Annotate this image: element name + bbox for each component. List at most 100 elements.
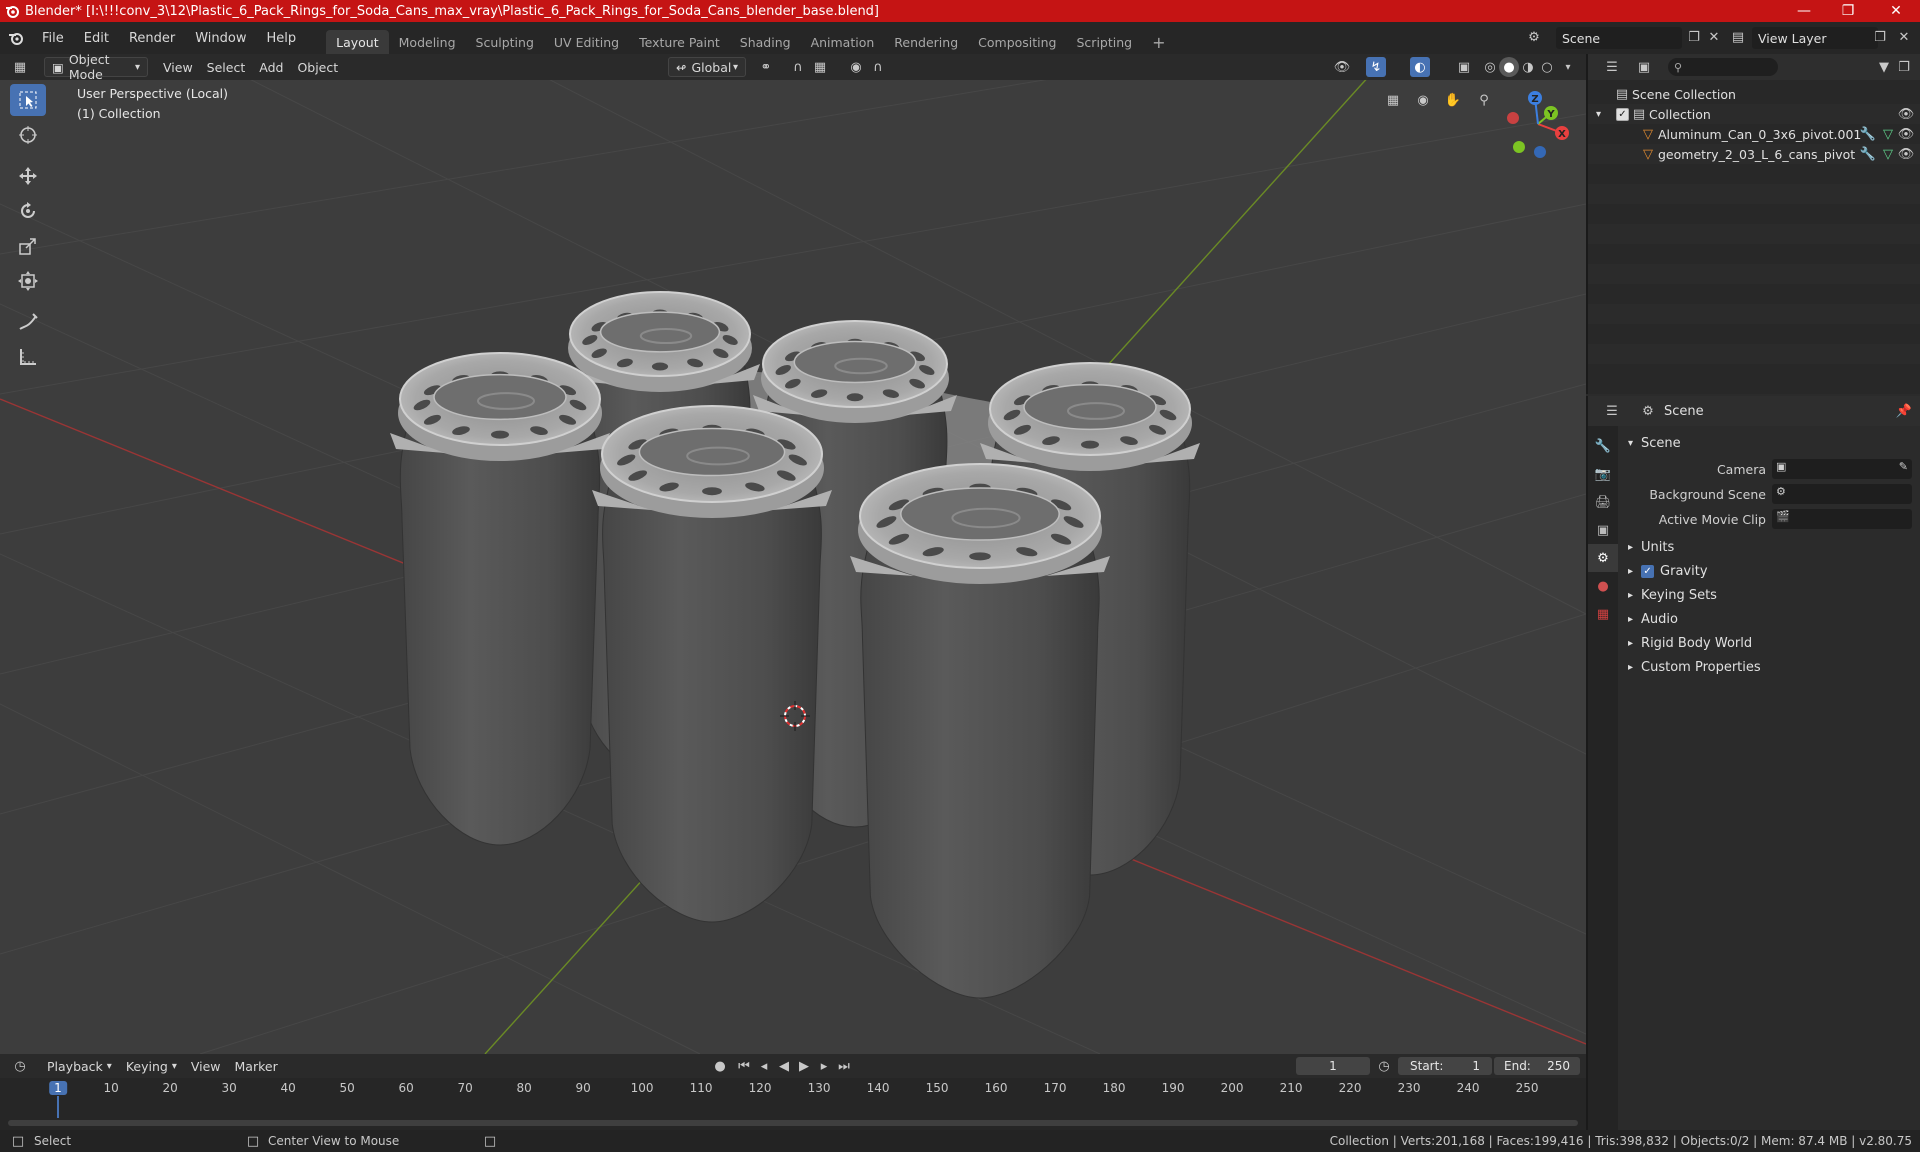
remove-scene-icon[interactable]: ✕ xyxy=(1704,27,1724,47)
units-panel-header[interactable]: ▸ Units xyxy=(1628,540,1674,555)
end-frame-field[interactable]: End: 250 xyxy=(1494,1057,1580,1075)
shading-wireframe-icon[interactable]: ◎ xyxy=(1480,57,1500,77)
background-scene-field[interactable]: ⚙ xyxy=(1772,484,1912,504)
tab-layout[interactable]: Layout xyxy=(326,30,389,54)
add-workspace-icon[interactable]: + xyxy=(1142,30,1175,54)
eye-icon[interactable]: 👁 xyxy=(1896,124,1916,144)
shading-rendered-icon[interactable]: ○ xyxy=(1537,57,1557,77)
eyedropper-icon[interactable]: ✎ xyxy=(1899,460,1908,473)
tab-sculpting[interactable]: Sculpting xyxy=(466,30,544,54)
pivot-point-icon[interactable]: ⚭ xyxy=(756,57,776,77)
mesh-data-icon[interactable]: ▽ xyxy=(1878,124,1898,144)
jump-to-keyframe-next-icon[interactable]: ▸ xyxy=(814,1056,834,1076)
rotate-tool-icon[interactable] xyxy=(10,195,46,227)
show-gizmo-icon[interactable]: ↯ xyxy=(1366,57,1386,77)
viewport-scene[interactable] xyxy=(0,54,1586,1054)
modifier-wrench-icon[interactable]: 🔧 xyxy=(1858,144,1878,164)
new-scene-icon[interactable]: ❐ xyxy=(1684,27,1704,47)
new-collection-icon[interactable]: ❐ xyxy=(1894,57,1914,77)
scale-tool-icon[interactable] xyxy=(10,230,46,262)
viewport-menu-view[interactable]: View xyxy=(156,57,200,77)
current-frame-field[interactable]: 1 xyxy=(1296,1057,1370,1075)
falloff-icon[interactable]: ∩ xyxy=(868,57,888,77)
scene-panel-header[interactable]: ▾ Scene xyxy=(1628,436,1681,451)
timeline-menu-view[interactable]: View xyxy=(184,1056,228,1076)
view-layer-name-field[interactable]: View Layer xyxy=(1752,27,1878,49)
timeline-editor[interactable]: ◷ Playback ▾ Keying ▾ View Marker ● ⏮ ◂ ◀ … xyxy=(0,1054,1586,1130)
new-view-layer-icon[interactable]: ❐ xyxy=(1870,27,1890,47)
camera-view-icon[interactable]: ◉ xyxy=(1413,90,1433,110)
select-box-tool-icon[interactable] xyxy=(10,84,46,116)
filter-icon[interactable]: ▼ xyxy=(1874,57,1894,77)
tab-shading[interactable]: Shading xyxy=(730,30,801,54)
scene-name-field[interactable]: Scene xyxy=(1556,27,1682,49)
eye-icon[interactable]: 👁 xyxy=(1896,144,1916,164)
transform-tool-icon[interactable] xyxy=(10,265,46,297)
outliner[interactable]: ☰ ▣ ⚲ ▼ ❐ ▤ Scene Collection ▾ ✓ ▤ Colle… xyxy=(1586,54,1920,394)
active-movie-clip-field[interactable]: 🎬 xyxy=(1772,509,1912,529)
camera-field[interactable]: ▣ ✎ xyxy=(1772,459,1912,479)
outliner-row-object[interactable]: ▽ geometry_2_03_L_6_cans_pivot 🔧 ▽ 👁 xyxy=(1588,144,1920,164)
output-tab-icon[interactable]: 🖨 xyxy=(1588,488,1618,516)
collection-checkbox-icon[interactable]: ✓ xyxy=(1616,107,1629,121)
tool-tab-icon[interactable]: 🔧 xyxy=(1588,432,1618,460)
outliner-row-scene-collection[interactable]: ▤ Scene Collection xyxy=(1588,84,1920,104)
scene-tab-icon[interactable]: ⚙ xyxy=(1588,544,1618,572)
measure-tool-icon[interactable] xyxy=(10,341,46,373)
pan-hand-icon[interactable]: ✋ xyxy=(1443,90,1463,110)
start-frame-field[interactable]: Start: 1 xyxy=(1398,1057,1492,1075)
viewport-menu-select[interactable]: Select xyxy=(200,57,253,77)
outliner-search-input[interactable]: ⚲ xyxy=(1668,58,1778,76)
jump-to-end-icon[interactable]: ⏭ xyxy=(834,1056,854,1076)
blender-menu-icon[interactable] xyxy=(6,28,26,48)
mode-selector[interactable]: ▣ Object Mode ▾ xyxy=(44,54,148,82)
properties-editor-type-icon[interactable]: ☰ xyxy=(1602,401,1622,421)
timeline-menu-keying[interactable]: Keying ▾ xyxy=(119,1056,184,1076)
texture-tab-icon[interactable]: ▦ xyxy=(1588,600,1618,628)
visibility-selectability-icon[interactable]: 👁 xyxy=(1332,57,1352,77)
tab-scripting[interactable]: Scripting xyxy=(1067,30,1143,54)
outliner-row-object[interactable]: ▽ Aluminum_Can_0_3x6_pivot.001 🔧 ▽ 👁 xyxy=(1588,124,1920,144)
modifier-wrench-icon[interactable]: 🔧 xyxy=(1858,124,1878,144)
menu-help[interactable]: Help xyxy=(257,22,307,54)
tab-compositing[interactable]: Compositing xyxy=(968,30,1066,54)
view-layer-tab-icon[interactable]: ▣ xyxy=(1588,516,1618,544)
timeline-menu-marker[interactable]: Marker xyxy=(228,1056,285,1076)
timeline-editor-type-icon[interactable]: ◷ xyxy=(10,1056,30,1076)
annotate-tool-icon[interactable] xyxy=(10,306,46,338)
audio-panel-header[interactable]: ▸ Audio xyxy=(1628,612,1678,627)
timeline-scrollbar[interactable] xyxy=(8,1120,1578,1126)
shading-material-icon[interactable]: ◑ xyxy=(1518,57,1538,77)
tab-rendering[interactable]: Rendering xyxy=(884,30,968,54)
transform-orientation-selector[interactable]: ↫ Global ▾ xyxy=(668,57,746,77)
show-overlays-icon[interactable]: ◐ xyxy=(1410,57,1430,77)
viewport-menu-add[interactable]: Add xyxy=(252,57,290,77)
preview-range-clock-icon[interactable]: ◷ xyxy=(1374,1056,1394,1076)
display-mode-icon[interactable]: ▣ xyxy=(1634,57,1654,77)
restore-icon[interactable]: ❐ xyxy=(1826,0,1870,22)
record-keyframes-icon[interactable]: ● xyxy=(710,1056,730,1076)
outliner-row-collection[interactable]: ▾ ✓ ▤ Collection 👁 xyxy=(1588,104,1920,124)
tab-uv-editing[interactable]: UV Editing xyxy=(544,30,629,54)
snap-target-icon[interactable]: ▦ xyxy=(810,57,830,77)
shading-solid-icon[interactable]: ● xyxy=(1499,57,1519,77)
tab-modeling[interactable]: Modeling xyxy=(389,30,466,54)
snap-magnet-icon[interactable]: ∩ xyxy=(788,57,808,77)
jump-to-keyframe-prev-icon[interactable]: ◂ xyxy=(754,1056,774,1076)
scene-browse-icon[interactable]: ⚙ xyxy=(1524,27,1544,47)
expand-arrow-icon[interactable]: ▾ xyxy=(1596,109,1610,120)
menu-file[interactable]: File xyxy=(32,22,74,54)
xray-toggle-icon[interactable]: ▣ xyxy=(1454,57,1474,77)
soda-can[interactable] xyxy=(390,352,610,846)
render-tab-icon[interactable]: 📷 xyxy=(1588,460,1618,488)
remove-view-layer-icon[interactable]: ✕ xyxy=(1894,27,1914,47)
properties-editor[interactable]: ☰ ⚙ Scene 📌 🔧 📷 🖨 ▣ ⚙ ● ▦ ▾ Scene Camera… xyxy=(1586,396,1920,1130)
playhead-frame-indicator[interactable]: 1 xyxy=(49,1081,67,1095)
view-layer-browse-icon[interactable]: ▤ xyxy=(1728,27,1748,47)
menu-render[interactable]: Render xyxy=(119,22,185,54)
gizmo-neg-y-icon[interactable] xyxy=(1513,141,1525,153)
timeline-menu-playback[interactable]: Playback ▾ xyxy=(40,1056,119,1076)
tab-texture-paint[interactable]: Texture Paint xyxy=(629,30,730,54)
outliner-editor-type-icon[interactable]: ☰ xyxy=(1602,57,1622,77)
gravity-checkbox[interactable]: ✓ xyxy=(1641,565,1655,578)
